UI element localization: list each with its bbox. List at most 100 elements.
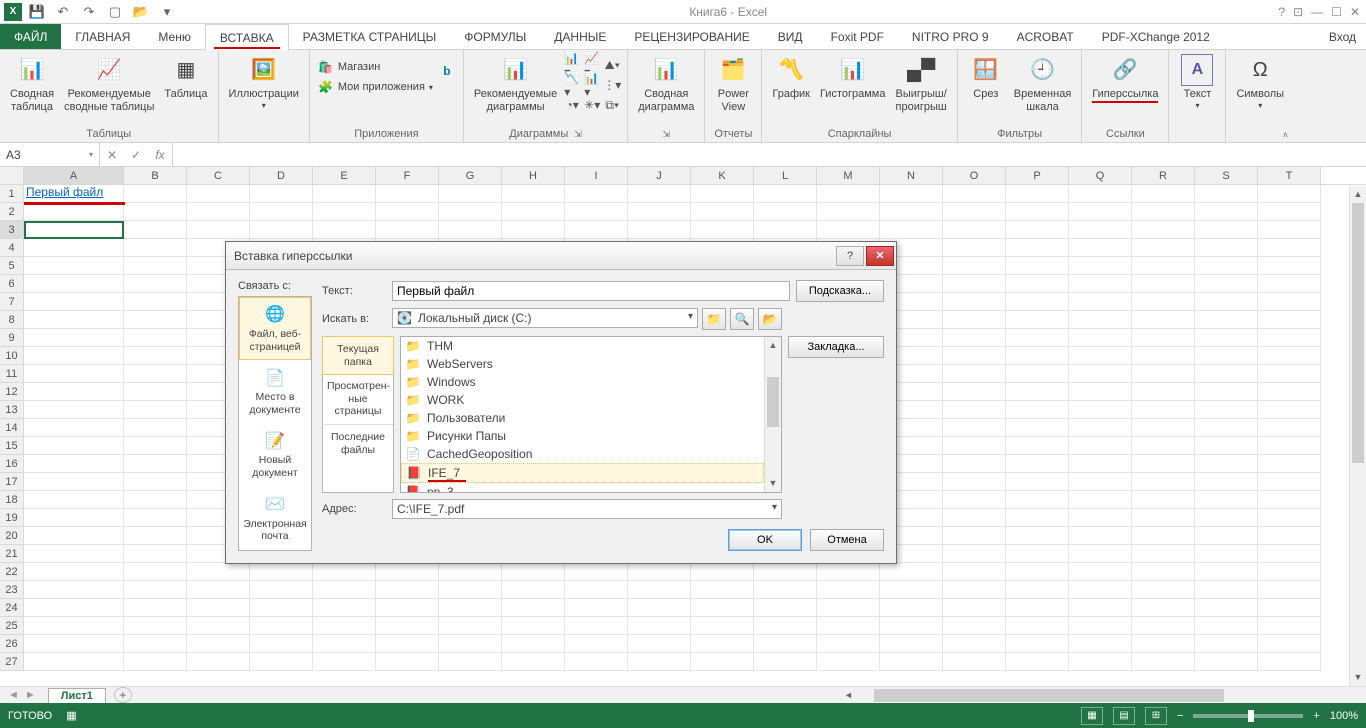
cell[interactable] (1006, 203, 1069, 221)
cell[interactable] (124, 563, 187, 581)
col-header[interactable]: R (1132, 167, 1195, 184)
cell[interactable] (1132, 419, 1195, 437)
row-header[interactable]: 16 (0, 455, 24, 473)
cell[interactable] (1006, 509, 1069, 527)
cell[interactable] (1195, 581, 1258, 599)
cell[interactable] (1132, 203, 1195, 221)
linkto-file-web[interactable]: 🌐Файл, веб- страницей (239, 297, 311, 360)
row-header[interactable]: 24 (0, 599, 24, 617)
cell[interactable] (1069, 617, 1132, 635)
cell[interactable] (1195, 365, 1258, 383)
cell[interactable] (880, 581, 943, 599)
cell[interactable] (24, 311, 124, 329)
cell[interactable] (1195, 311, 1258, 329)
zoom-out-icon[interactable]: − (1177, 710, 1183, 722)
cell[interactable] (1069, 275, 1132, 293)
zoom-level[interactable]: 100% (1330, 710, 1358, 722)
cell[interactable] (1132, 275, 1195, 293)
cell[interactable] (691, 221, 754, 239)
col-header[interactable]: K (691, 167, 754, 184)
cell[interactable] (1258, 203, 1321, 221)
cell[interactable] (124, 185, 187, 203)
cell[interactable] (124, 221, 187, 239)
cell[interactable] (1006, 545, 1069, 563)
cell[interactable] (691, 617, 754, 635)
cell[interactable] (1195, 329, 1258, 347)
file-list-scrollbar[interactable]: ▲▼ (764, 337, 781, 492)
col-header[interactable]: I (565, 167, 628, 184)
cell[interactable] (24, 203, 124, 221)
cell[interactable] (124, 311, 187, 329)
cell[interactable] (1132, 437, 1195, 455)
cell[interactable] (1195, 347, 1258, 365)
row-header[interactable]: 1 (0, 185, 24, 203)
cell[interactable] (502, 617, 565, 635)
cell[interactable] (1258, 257, 1321, 275)
cell[interactable] (1132, 653, 1195, 671)
ribbon-options-icon[interactable]: ⊡ (1293, 5, 1303, 19)
up-folder-icon[interactable]: 📁 (702, 308, 726, 330)
chart-column-icon[interactable]: 📊▾ (583, 76, 601, 94)
row-header[interactable]: 5 (0, 257, 24, 275)
col-header[interactable]: D (250, 167, 313, 184)
tab-menu[interactable]: Меню (144, 24, 204, 49)
col-header[interactable]: O (943, 167, 1006, 184)
cell[interactable] (124, 347, 187, 365)
table-button[interactable]: ▦Таблица (160, 52, 211, 103)
cell[interactable] (628, 635, 691, 653)
row-header[interactable]: 10 (0, 347, 24, 365)
cell[interactable] (376, 581, 439, 599)
cell[interactable] (1258, 401, 1321, 419)
row-header[interactable]: 25 (0, 617, 24, 635)
cell[interactable] (313, 635, 376, 653)
sparkline-line-button[interactable]: 〽️График (768, 52, 814, 103)
cell[interactable] (1195, 203, 1258, 221)
cell[interactable] (880, 653, 943, 671)
row-header[interactable]: 20 (0, 527, 24, 545)
cell[interactable] (943, 401, 1006, 419)
cell[interactable] (24, 599, 124, 617)
cell[interactable] (187, 563, 250, 581)
cell[interactable] (754, 635, 817, 653)
cell[interactable] (124, 257, 187, 275)
cell[interactable] (1132, 185, 1195, 203)
tab-view[interactable]: ВИД (764, 24, 817, 49)
col-header[interactable]: J (628, 167, 691, 184)
cell[interactable] (943, 329, 1006, 347)
cell[interactable] (376, 185, 439, 203)
cell[interactable] (439, 635, 502, 653)
cell[interactable] (628, 599, 691, 617)
cell[interactable] (1006, 473, 1069, 491)
recommended-charts-button[interactable]: 📊Рекомендуемые диаграммы (470, 52, 561, 115)
cell[interactable] (124, 599, 187, 617)
col-header[interactable]: P (1006, 167, 1069, 184)
cell[interactable] (502, 203, 565, 221)
cell[interactable] (313, 599, 376, 617)
cell[interactable] (1069, 383, 1132, 401)
cell[interactable] (24, 365, 124, 383)
cell[interactable] (1195, 635, 1258, 653)
cell[interactable] (24, 473, 124, 491)
cell[interactable] (1195, 653, 1258, 671)
cell[interactable] (1069, 257, 1132, 275)
cell[interactable] (24, 581, 124, 599)
cell[interactable] (691, 581, 754, 599)
bookmark-button[interactable]: Закладка... (788, 336, 884, 358)
cell[interactable] (1132, 455, 1195, 473)
linkto-place[interactable]: 📄Место в документе (239, 360, 311, 423)
cell[interactable] (943, 563, 1006, 581)
cell[interactable] (1069, 545, 1132, 563)
cell[interactable] (1132, 617, 1195, 635)
zoom-slider[interactable] (1193, 714, 1303, 718)
cell[interactable] (439, 203, 502, 221)
current-folder-tab[interactable]: Текущая папка (322, 336, 394, 375)
cell[interactable] (1069, 635, 1132, 653)
cell[interactable] (691, 653, 754, 671)
cell[interactable] (250, 581, 313, 599)
cell[interactable] (376, 635, 439, 653)
cell[interactable] (439, 221, 502, 239)
cell[interactable] (1195, 545, 1258, 563)
cell[interactable] (1258, 275, 1321, 293)
cell[interactable] (1195, 599, 1258, 617)
row-header[interactable]: 11 (0, 365, 24, 383)
